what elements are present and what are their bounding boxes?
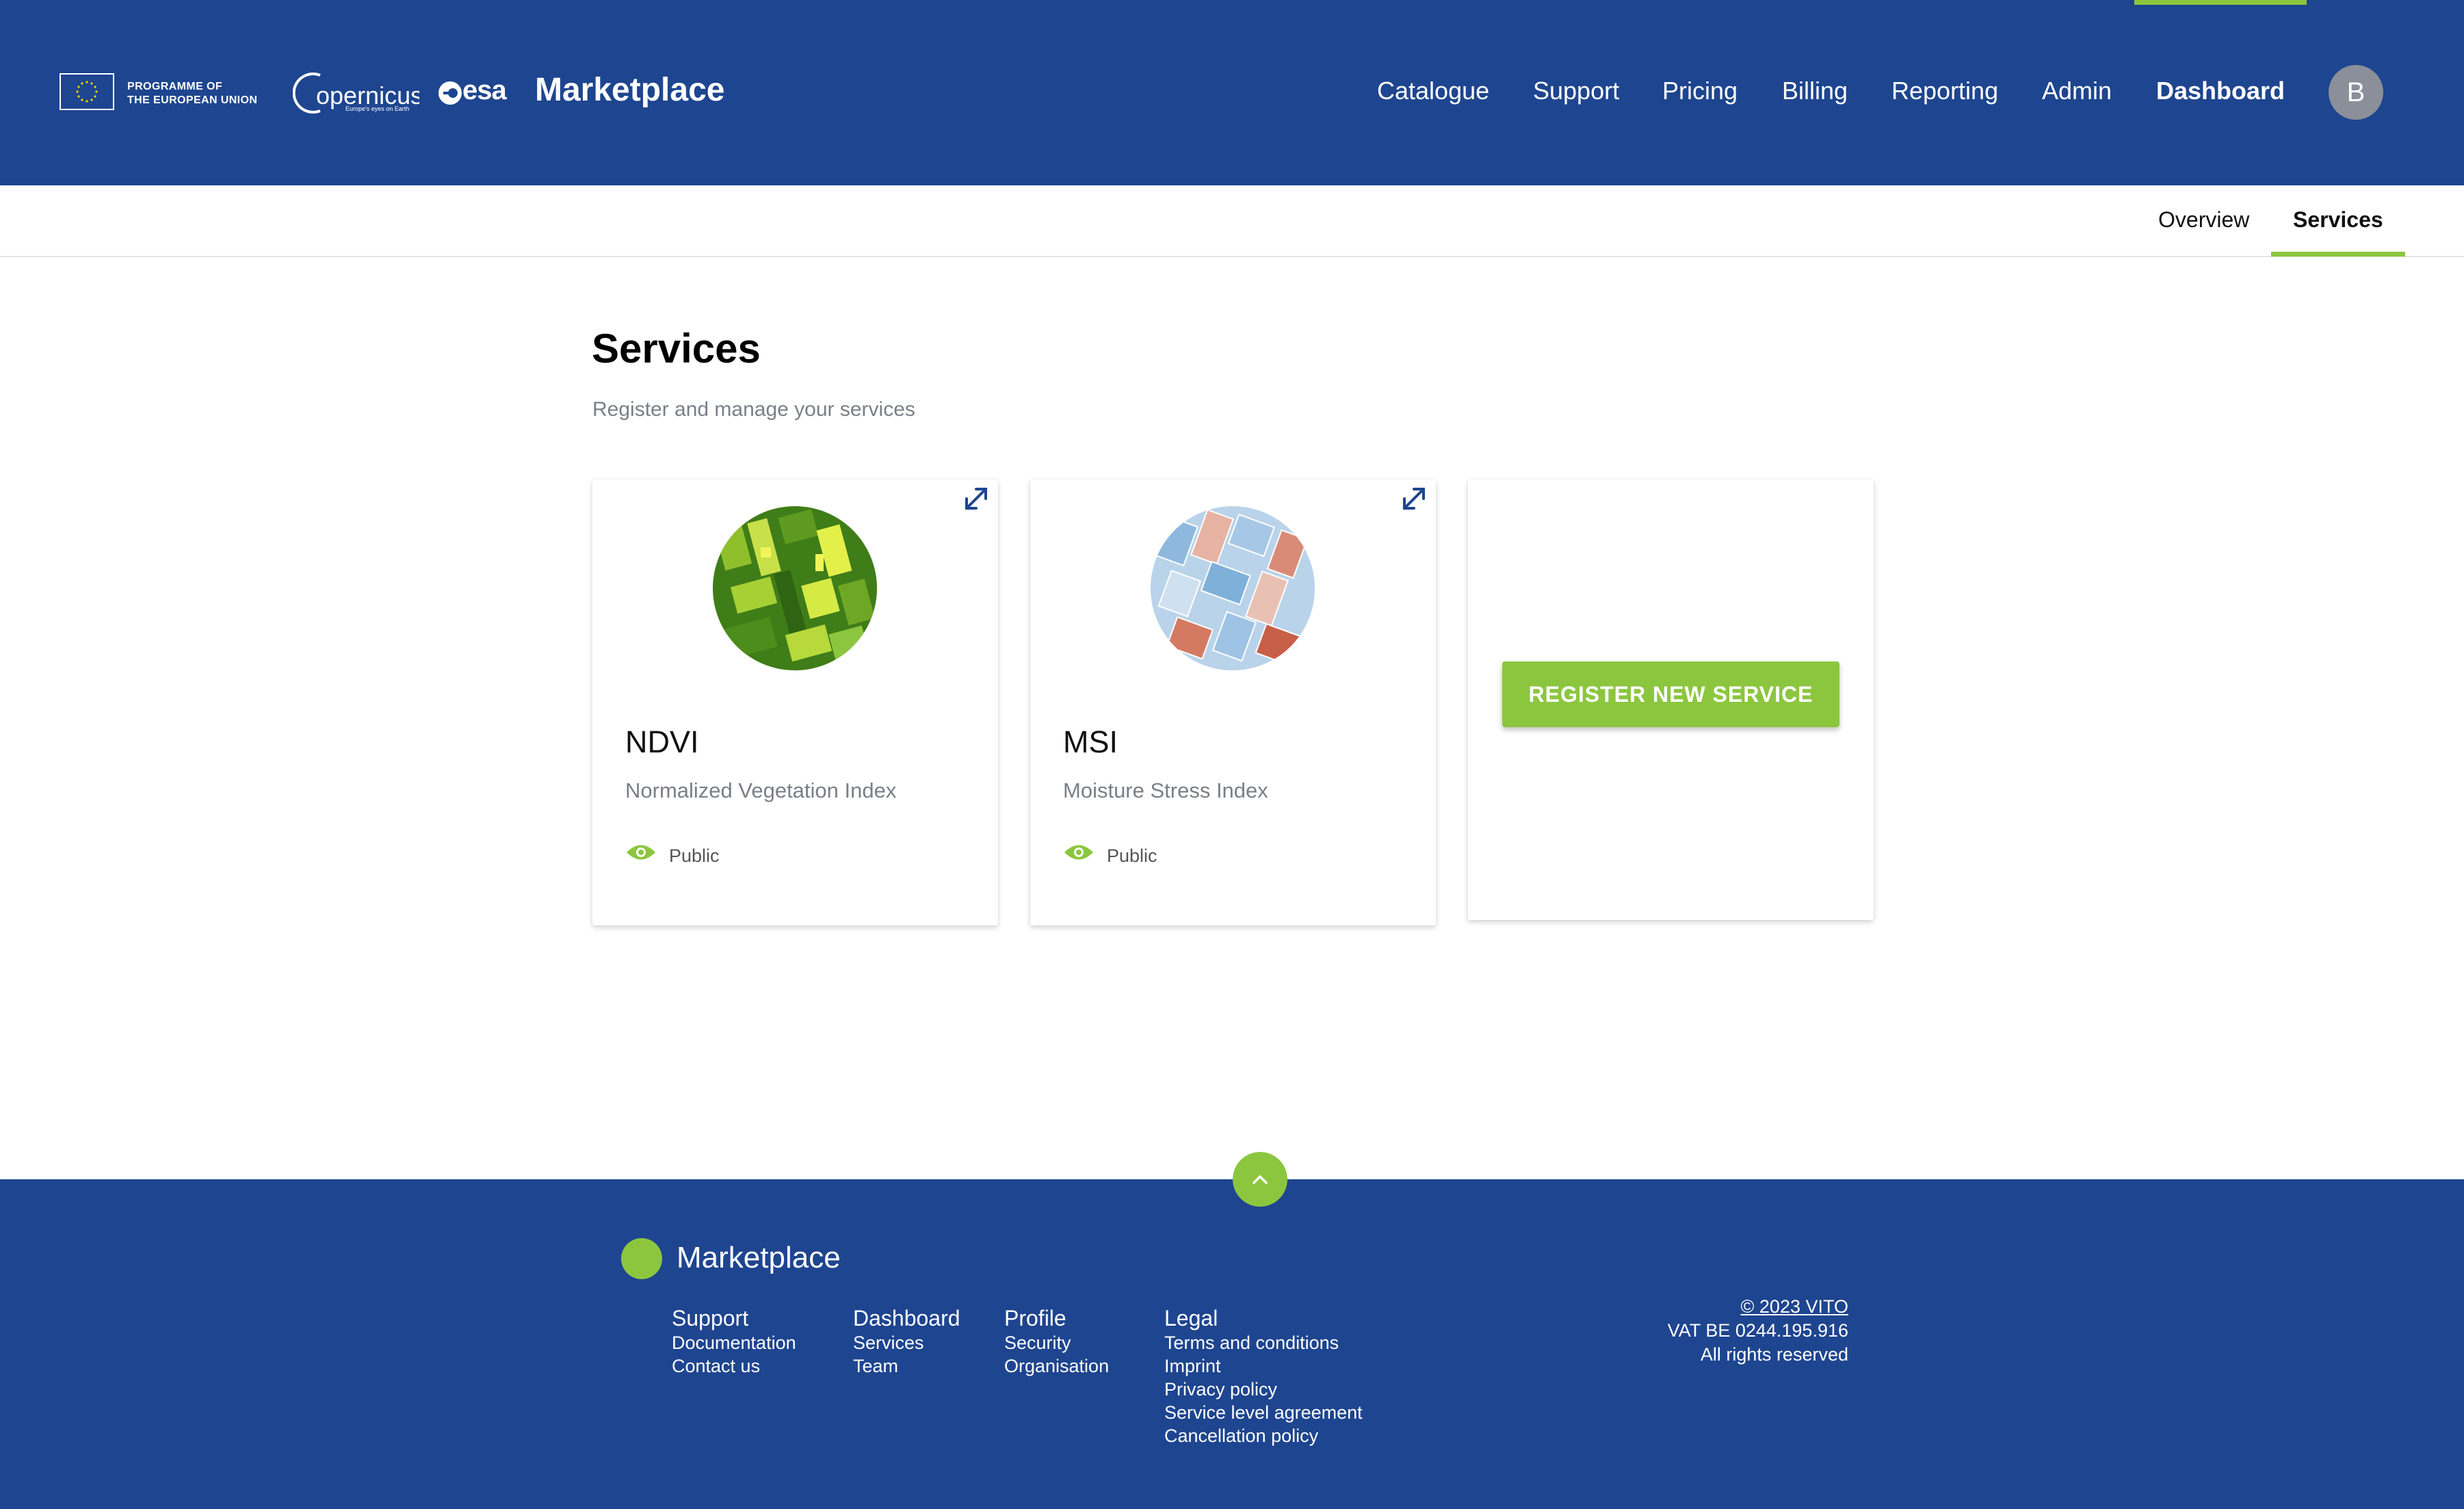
footer-heading[interactable]: Profile bbox=[1004, 1305, 1109, 1331]
footer-link[interactable]: Organisation bbox=[1004, 1354, 1109, 1378]
page-title: Services bbox=[592, 326, 761, 371]
nav-pricing[interactable]: Pricing bbox=[1662, 77, 1738, 105]
footer-heading[interactable]: Support bbox=[672, 1305, 796, 1331]
service-card-ndvi[interactable]: NDVI Normalized Vegetation Index Public bbox=[592, 480, 998, 926]
expand-icon[interactable] bbox=[1395, 480, 1433, 518]
footer-link[interactable]: Cancellation policy bbox=[1164, 1424, 1363, 1447]
service-name: NDVI bbox=[625, 724, 699, 759]
footer-link[interactable]: Privacy policy bbox=[1164, 1378, 1363, 1401]
nav-billing[interactable]: Billing bbox=[1782, 77, 1848, 105]
esa-wordmark: esa bbox=[462, 75, 507, 105]
footer-heading[interactable]: Legal bbox=[1164, 1305, 1363, 1331]
nav-reporting[interactable]: Reporting bbox=[1891, 77, 1998, 105]
footer-heading[interactable]: Dashboard bbox=[853, 1305, 960, 1331]
eu-text-line1: PROGRAMME OF bbox=[127, 81, 223, 92]
nav-catalogue[interactable]: Catalogue bbox=[1377, 77, 1489, 105]
nav-dashboard[interactable]: Dashboard bbox=[2156, 77, 2285, 105]
ndvi-thumbnail-image bbox=[713, 506, 877, 670]
user-avatar[interactable]: B bbox=[2329, 65, 2383, 120]
nav-support[interactable]: Support bbox=[1533, 77, 1619, 105]
brand-title[interactable]: Marketplace bbox=[535, 71, 724, 109]
esa-logo-icon bbox=[438, 81, 462, 105]
active-tab-indicator bbox=[2271, 252, 2405, 257]
tab-services[interactable]: Services bbox=[2293, 207, 2383, 233]
service-description: Normalized Vegetation Index bbox=[625, 778, 897, 802]
nav-admin[interactable]: Admin bbox=[2042, 77, 2112, 105]
sub-navigation: Overview Services bbox=[0, 185, 2464, 257]
chevron-up-icon bbox=[1253, 1175, 1268, 1184]
expand-icon[interactable] bbox=[957, 480, 995, 518]
footer-brand[interactable]: Marketplace bbox=[677, 1241, 841, 1275]
footer-link[interactable]: Team bbox=[853, 1354, 960, 1378]
copyright-link[interactable]: © 2023 VITO bbox=[1668, 1295, 1848, 1319]
footer-column-dashboard: Dashboard Services Team bbox=[853, 1305, 960, 1378]
rights-text: All rights reserved bbox=[1700, 1344, 1848, 1365]
eye-icon bbox=[627, 845, 655, 860]
copernicus-tagline: Europe's eyes on Earth bbox=[345, 105, 410, 112]
footer-link[interactable]: Service level agreement bbox=[1164, 1401, 1363, 1424]
footer-link[interactable]: Security bbox=[1004, 1331, 1109, 1354]
page-subtitle: Register and manage your services bbox=[592, 398, 915, 421]
footer-link[interactable]: Contact us bbox=[672, 1354, 796, 1378]
footer-legal-info: © 2023 VITO VAT BE 0244.195.916 All righ… bbox=[1668, 1295, 1848, 1367]
vat-number: VAT BE 0244.195.916 bbox=[1667, 1320, 1848, 1341]
header-accent-bar bbox=[2134, 0, 2307, 5]
footer-link[interactable]: Terms and conditions bbox=[1164, 1331, 1363, 1354]
footer-logo-icon bbox=[621, 1238, 662, 1279]
scroll-to-top-button[interactable] bbox=[1233, 1152, 1287, 1207]
eye-icon bbox=[1064, 845, 1093, 860]
tab-overview[interactable]: Overview bbox=[2158, 207, 2249, 233]
footer-column-support: Support Documentation Contact us bbox=[672, 1305, 796, 1378]
service-card-msi[interactable]: MSI Moisture Stress Index Public bbox=[1030, 480, 1436, 926]
footer-column-profile: Profile Security Organisation bbox=[1004, 1305, 1109, 1378]
eu-text-line2: THE EUROPEAN UNION bbox=[127, 94, 258, 106]
register-new-service-button[interactable]: REGISTER NEW SERVICE bbox=[1502, 661, 1839, 727]
footer-column-legal: Legal Terms and conditions Imprint Priva… bbox=[1164, 1305, 1363, 1447]
eu-programme-text: PROGRAMME OF THE EUROPEAN UNION bbox=[127, 80, 257, 107]
service-name: MSI bbox=[1063, 724, 1118, 759]
visibility-label: Public bbox=[1107, 845, 1157, 866]
visibility-label: Public bbox=[669, 845, 720, 866]
service-description: Moisture Stress Index bbox=[1063, 778, 1268, 802]
register-service-card: REGISTER NEW SERVICE bbox=[1468, 480, 1874, 920]
footer-link[interactable]: Imprint bbox=[1164, 1354, 1363, 1378]
msi-thumbnail-image bbox=[1151, 506, 1315, 670]
top-header: PROGRAMME OF THE EUROPEAN UNION opernicu… bbox=[0, 0, 2464, 185]
footer-link[interactable]: Services bbox=[853, 1331, 960, 1354]
footer-link[interactable]: Documentation bbox=[672, 1331, 796, 1354]
eu-flag-icon bbox=[60, 73, 114, 110]
